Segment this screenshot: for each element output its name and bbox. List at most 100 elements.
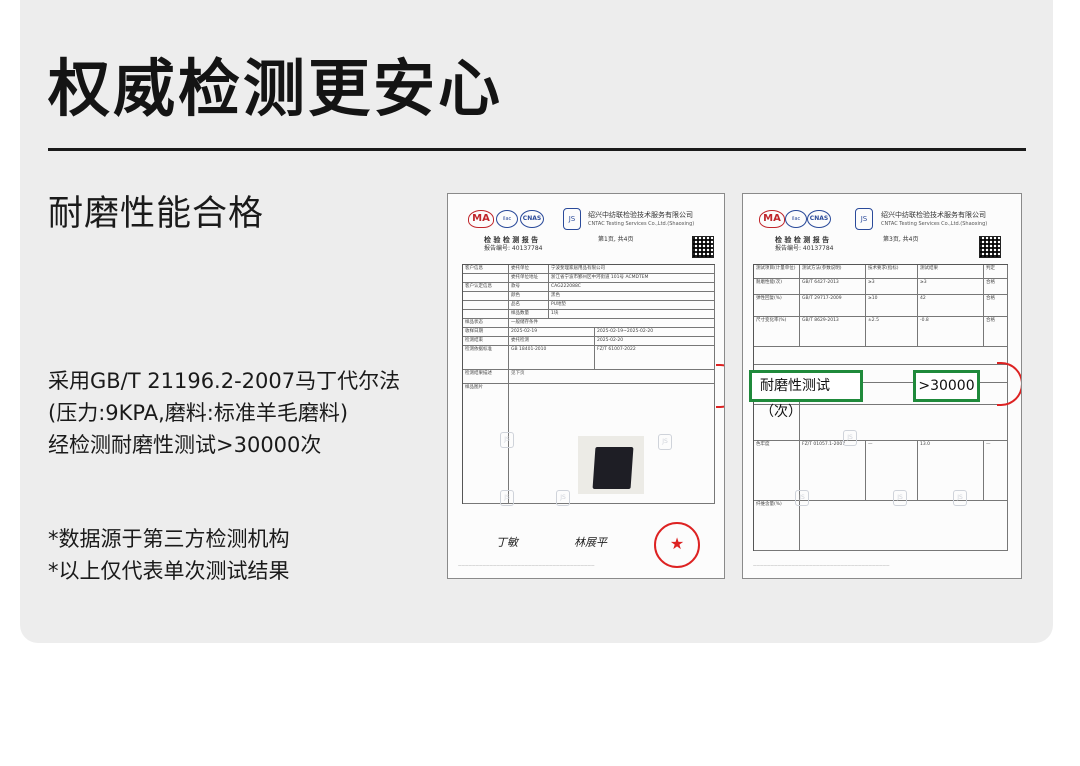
table-cell: — xyxy=(866,441,918,501)
table-row: 耐磨性能(次) GB/T 6427-2013 ≥3 ≥3 合格 xyxy=(754,279,1008,295)
section-title: 耐磨性能合格 xyxy=(48,194,265,234)
table-cell xyxy=(800,405,1008,441)
table-row: 客户认定信息 款号 CAG222088C xyxy=(463,283,715,292)
watermark-icon: JS xyxy=(893,490,907,506)
watermark-icon: JS xyxy=(795,490,809,506)
table-row: 色牢度 FZ/T 01057.1-2007 — 13.0 — xyxy=(754,441,1008,501)
report-page-number: 第3页, 共4页 xyxy=(883,236,919,243)
table-cell: 13.0 xyxy=(918,441,984,501)
table-row: 委托单位地址 浙江省宁波市鄞州区中河街道 101号 ACMDTEM xyxy=(463,274,715,283)
table-cell: 检测结果描述 xyxy=(463,370,509,384)
company-name-cn: 绍兴中纺联检验技术服务有限公司 xyxy=(881,211,986,219)
report-page-number: 第1页, 共4页 xyxy=(598,236,634,243)
table-cell: 弹性回复(%) xyxy=(754,295,800,317)
table-row: 弹性回复(%) GB/T 29717-2009 ≥10 42 合格 xyxy=(754,295,1008,317)
table-cell: 委托单位 xyxy=(509,265,549,274)
table-cell: CAG222088C xyxy=(549,283,715,292)
table-cell xyxy=(463,301,509,310)
table-cell: GB/T 6427-2013 xyxy=(800,279,866,295)
watermark-icon: JS xyxy=(953,490,967,506)
table-cell: 合格 xyxy=(984,317,1008,347)
table-cell: 合格 xyxy=(984,279,1008,295)
table-cell: 委托检测 xyxy=(509,337,595,346)
report-title: 检 验 检 测 报 告 xyxy=(775,236,830,244)
table-cell: 检测依据标准 xyxy=(463,346,509,370)
note-line: *数据源于第三方检测机构 xyxy=(48,527,290,551)
table-cell: 纤维含量(%) xyxy=(754,501,800,551)
watermark-icon: JS xyxy=(500,490,514,506)
disclaimer-notes: *数据源于第三方检测机构 *以上仅代表单次测试结果 xyxy=(48,523,438,587)
table-cell: 样品状态 xyxy=(463,319,509,328)
table-cell: GB/T 29717-2009 xyxy=(800,295,866,317)
highlight-abrasion-test-value: >30000 xyxy=(913,370,980,402)
table-cell: 2025-02-19 xyxy=(509,328,595,337)
table-header-row: 测试项目(计量单位) 测试方法(参数说明) 技术要求(指标) 测试结果 判定 xyxy=(754,265,1008,279)
column-header: 判定 xyxy=(984,265,1008,279)
company-name-en: CNTAC Testing Services Co.,Ltd.(Shaoxing… xyxy=(881,221,988,227)
page-title: 权威检测更安心 xyxy=(48,52,504,125)
official-stamp-icon: ★ xyxy=(654,522,700,568)
table-cell: 客户信息 xyxy=(463,265,509,274)
table-cell: 检测结束 xyxy=(463,337,509,346)
table-cell: 合格 xyxy=(984,295,1008,317)
table-cell: -0.8 xyxy=(918,317,984,347)
table-cell: 见下页 xyxy=(509,370,715,384)
ma-logo-icon: MA xyxy=(759,210,785,228)
table-cell: FZ/T 01057.1-2007 xyxy=(800,441,866,501)
table-cell: ≥10 xyxy=(866,295,918,317)
ilac-logo-icon: ilac xyxy=(496,210,518,228)
seam-stamp-icon xyxy=(997,362,1021,406)
report-header: 检 验 检 测 报 告 报告编号: 40137784 xyxy=(775,236,833,253)
table-cell: ≥3 xyxy=(866,279,918,295)
watermark-icon: JS xyxy=(843,430,857,446)
table-cell: 黑色 xyxy=(549,292,715,301)
table-cell: 客户认定信息 xyxy=(463,283,509,292)
company-name-cn: 绍兴中纺联检验技术服务有限公司 xyxy=(588,211,693,219)
table-row: 尺寸变化率(%) GB/T 8629-2013 ±2.5 -0.8 合格 xyxy=(754,317,1008,347)
table-cell xyxy=(463,292,509,301)
watermark-icon: JS xyxy=(658,434,672,450)
table-cell: GB/T 8629-2013 xyxy=(800,317,866,347)
ilac-logo-icon: ilac xyxy=(785,210,807,228)
table-cell: GB 18401-2010 xyxy=(509,346,595,370)
table-cell: 浙江省宁波市鄞州区中河街道 101号 ACMDTEM xyxy=(549,274,715,283)
report-header: 检 验 检 测 报 告 报告编号: 40137784 xyxy=(484,236,542,253)
report-title: 检 验 检 测 报 告 xyxy=(484,236,539,244)
report-footer: ——————————————————————————————————————— xyxy=(753,563,890,567)
table-row: 检测结果描述 见下页 xyxy=(463,370,715,384)
table-row: 检测依据标准 GB 18401-2010 FZ/T 61007-2022 xyxy=(463,346,715,370)
table-row: 样品状态 一般储存条件 xyxy=(463,319,715,328)
column-header: 测试项目(计量单位) xyxy=(754,265,800,279)
table-row: 颜色 黑色 xyxy=(463,292,715,301)
table-cell: 款号 xyxy=(509,283,549,292)
description-line: (压力:9KPA,磨料:标准羊毛磨料) xyxy=(48,401,349,425)
table-cell xyxy=(800,501,1008,551)
table-cell xyxy=(463,310,509,319)
table-cell: PU地垫 xyxy=(549,301,715,310)
table-cell: 收样日期 xyxy=(463,328,509,337)
description-line: 采用GB/T 21196.2-2007马丁代尔法 xyxy=(48,369,401,393)
table-row: 检测结束 委托检测 2025-02-20 xyxy=(463,337,715,346)
cnas-logo-icon: CNAS xyxy=(807,210,831,228)
table-row: 纤维含量(%) xyxy=(754,501,1008,551)
table-cell: 颜色 xyxy=(509,292,549,301)
sample-mat-image xyxy=(592,447,634,489)
table-cell: 1块 xyxy=(549,310,715,319)
table-cell: 耐磨性能(次) xyxy=(754,279,800,295)
table-cell: — xyxy=(984,441,1008,501)
title-divider xyxy=(48,148,1026,151)
cnas-logo-icon: CNAS xyxy=(520,210,544,228)
table-cell: 42 xyxy=(918,295,984,317)
column-header: 测试结果 xyxy=(918,265,984,279)
report-number: 报告编号: 40137784 xyxy=(775,245,834,252)
table-cell: 色牢度 xyxy=(754,441,800,501)
table-row: 样品数量 1块 xyxy=(463,310,715,319)
table-cell xyxy=(754,347,1008,365)
table-row: 客户信息 委托单位 宁波斐理家居用品有限公司 xyxy=(463,265,715,274)
watermark-icon: JS xyxy=(556,490,570,506)
qr-code-icon xyxy=(979,236,1001,258)
highlight-abrasion-test-label: 耐磨性测试（次） xyxy=(749,370,863,420)
company-logo-icon: JS xyxy=(855,208,873,230)
test-report-page-1: MA ilac CNAS JS 绍兴中纺联检验技术服务有限公司 CNTAC Te… xyxy=(447,193,725,579)
table-row xyxy=(754,347,1008,365)
